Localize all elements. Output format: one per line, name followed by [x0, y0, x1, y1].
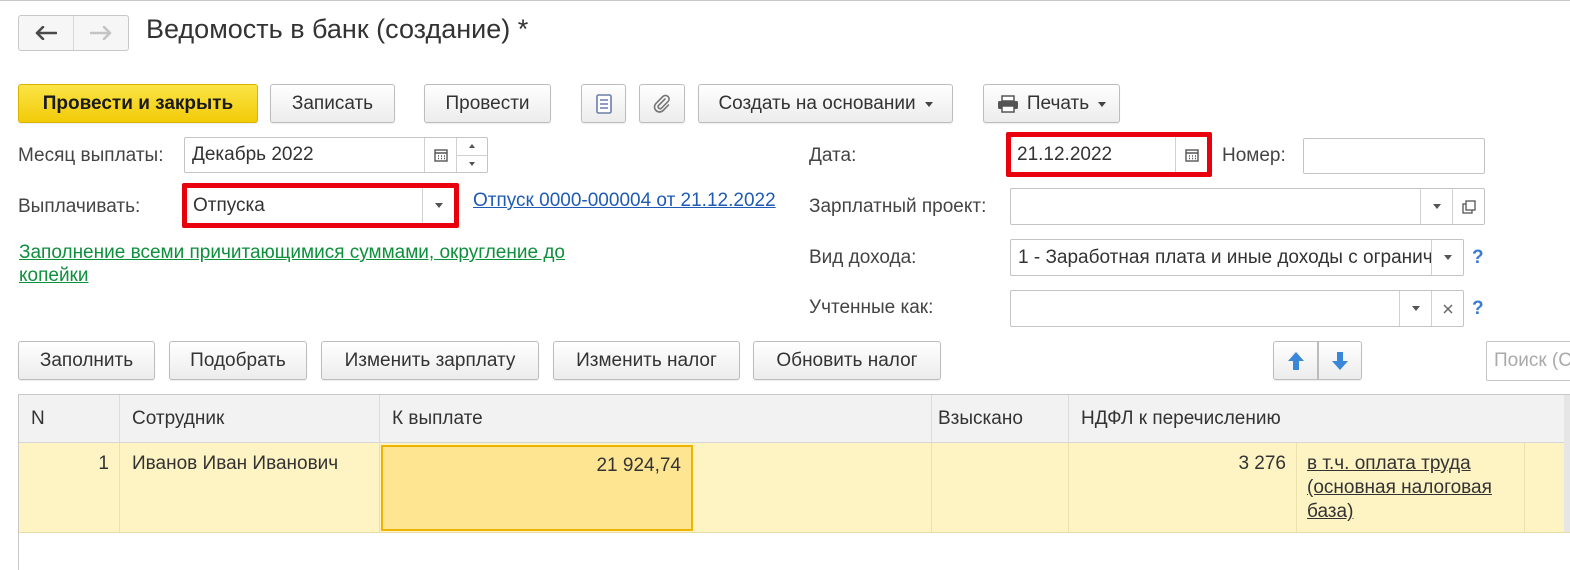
- column-header-n[interactable]: N: [19, 395, 120, 442]
- income-type-dropdown-button[interactable]: [1431, 240, 1463, 275]
- create-based-on-label: Создать на основании: [718, 92, 916, 114]
- arrow-up-icon: [1287, 351, 1304, 370]
- accounted-as-dropdown-button[interactable]: [1399, 291, 1431, 326]
- change-salary-button[interactable]: Изменить зарплату: [321, 341, 539, 380]
- fill-mode-link[interactable]: Заполнение всеми причитающимися суммами,…: [19, 241, 619, 287]
- cell-ndfl-basis[interactable]: в т.ч. оплата труда (основная налоговая …: [1297, 443, 1525, 532]
- date-value: 21.12.2022: [1017, 143, 1113, 165]
- month-label: Месяц выплаты:: [18, 145, 164, 166]
- number-label: Номер:: [1222, 145, 1286, 166]
- post-button[interactable]: Провести: [424, 84, 551, 123]
- open-window-icon: [1461, 199, 1476, 214]
- payments-table: N Сотрудник К выплате Взыскано НДФЛ к пе…: [18, 394, 1570, 570]
- accounted-as-clear-button[interactable]: [1431, 291, 1463, 326]
- table-header: N Сотрудник К выплате Взыскано НДФЛ к пе…: [19, 395, 1570, 443]
- column-header-ndfl[interactable]: НДФЛ к перечислению: [1069, 395, 1565, 442]
- move-up-button[interactable]: [1273, 341, 1318, 380]
- column-header-withheld[interactable]: Взыскано: [932, 395, 1069, 442]
- page-title: Ведомость в банк (создание) *: [146, 14, 529, 44]
- date-label: Дата:: [809, 145, 857, 166]
- income-type-select[interactable]: 1 - Заработная плата и иные доходы с огр…: [1010, 239, 1464, 276]
- pay-value: Отпуска: [193, 194, 265, 216]
- create-based-on-button[interactable]: Создать на основании: [698, 84, 953, 123]
- income-type-value: 1 - Заработная плата и иные доходы с огр…: [1018, 246, 1431, 268]
- chevron-down-icon: [469, 161, 475, 166]
- chevron-down-icon: [1411, 306, 1420, 311]
- document-list-icon: [595, 93, 612, 114]
- nav-group: [18, 15, 129, 51]
- ndfl-basis-link[interactable]: в т.ч. оплата труда (основная налоговая …: [1307, 453, 1492, 522]
- printer-icon: [997, 94, 1018, 113]
- chevron-down-icon: [434, 203, 443, 208]
- salary-project-dropdown-button[interactable]: [1420, 189, 1452, 224]
- cell-n[interactable]: 1: [19, 443, 120, 532]
- print-button[interactable]: Печать: [983, 84, 1120, 123]
- pay-select[interactable]: Отпуска: [187, 188, 454, 223]
- arrow-down-icon: [1332, 351, 1348, 370]
- income-type-help-icon[interactable]: ?: [1472, 247, 1484, 269]
- accounted-as-label: Учтенные как:: [809, 297, 934, 318]
- calendar-icon: [1184, 148, 1199, 162]
- cell-to-pay[interactable]: 21 924,74: [381, 445, 693, 531]
- arrow-left-icon: [35, 26, 57, 40]
- fill-button[interactable]: Заполнить: [18, 341, 155, 380]
- post-and-close-button[interactable]: Провести и закрыть: [18, 84, 258, 123]
- chevron-down-icon: [1098, 102, 1107, 107]
- date-highlight-frame: 21.12.2022: [1006, 132, 1212, 177]
- forward-button[interactable]: [73, 16, 128, 50]
- salary-project-value: [1011, 189, 1420, 224]
- salary-project-label: Зарплатный проект:: [809, 196, 987, 217]
- accounted-as-help-icon[interactable]: ?: [1472, 298, 1484, 320]
- spin-down-button[interactable]: [457, 154, 487, 173]
- update-tax-button[interactable]: Обновить налог: [753, 341, 941, 380]
- salary-project-select[interactable]: [1010, 188, 1485, 225]
- search-input[interactable]: Поиск (Ctrl+F): [1486, 341, 1570, 381]
- pick-button[interactable]: Подобрать: [169, 341, 307, 380]
- date-calendar-button[interactable]: [1175, 137, 1207, 172]
- cell-ndfl[interactable]: 3 276: [1069, 443, 1297, 532]
- accounted-as-value: [1011, 291, 1399, 326]
- change-tax-button[interactable]: Изменить налог: [553, 341, 740, 380]
- cell-withheld[interactable]: [932, 443, 1069, 532]
- month-spinner[interactable]: [456, 138, 487, 172]
- chevron-down-icon: [1443, 255, 1452, 260]
- spin-up-button[interactable]: [457, 138, 487, 155]
- cell-employee[interactable]: Иванов Иван Иванович: [120, 443, 380, 532]
- number-value: [1304, 139, 1484, 173]
- attach-file-button[interactable]: [639, 84, 685, 123]
- income-type-label: Вид дохода:: [809, 247, 917, 268]
- number-field[interactable]: [1303, 138, 1485, 174]
- close-icon: [1442, 303, 1453, 314]
- column-header-employee[interactable]: Сотрудник: [120, 395, 380, 442]
- arrow-right-icon: [90, 26, 112, 40]
- chevron-down-icon: [924, 102, 933, 107]
- save-button[interactable]: Записать: [270, 84, 395, 123]
- month-field[interactable]: Декабрь 2022: [184, 137, 488, 173]
- vacation-document-link[interactable]: Отпуск 0000-000004 от 21.12.2022: [473, 190, 776, 212]
- table-row[interactable]: 1 Иванов Иван Иванович 21 924,74 3 276 в…: [19, 443, 1570, 533]
- calendar-button[interactable]: [424, 138, 456, 172]
- chevron-up-icon: [469, 144, 475, 149]
- top-divider: [0, 0, 1570, 1]
- accounted-as-select[interactable]: [1010, 290, 1464, 327]
- paperclip-icon: [653, 94, 670, 113]
- calendar-icon: [433, 149, 448, 162]
- table-scrollbar[interactable]: [1564, 395, 1570, 532]
- print-label: Печать: [1026, 92, 1090, 114]
- pay-label: Выплачивать:: [18, 196, 141, 217]
- date-field[interactable]: 21.12.2022: [1011, 137, 1207, 172]
- move-down-button[interactable]: [1318, 341, 1362, 380]
- column-header-to-pay[interactable]: К выплате: [380, 395, 932, 442]
- pay-dropdown-button[interactable]: [422, 188, 454, 223]
- salary-project-open-button[interactable]: [1452, 189, 1484, 224]
- document-list-button[interactable]: [581, 84, 626, 123]
- month-value: Декабрь 2022: [192, 144, 314, 165]
- back-button[interactable]: [19, 16, 73, 50]
- pay-highlight-frame: Отпуска: [182, 183, 459, 228]
- chevron-down-icon: [1432, 204, 1441, 209]
